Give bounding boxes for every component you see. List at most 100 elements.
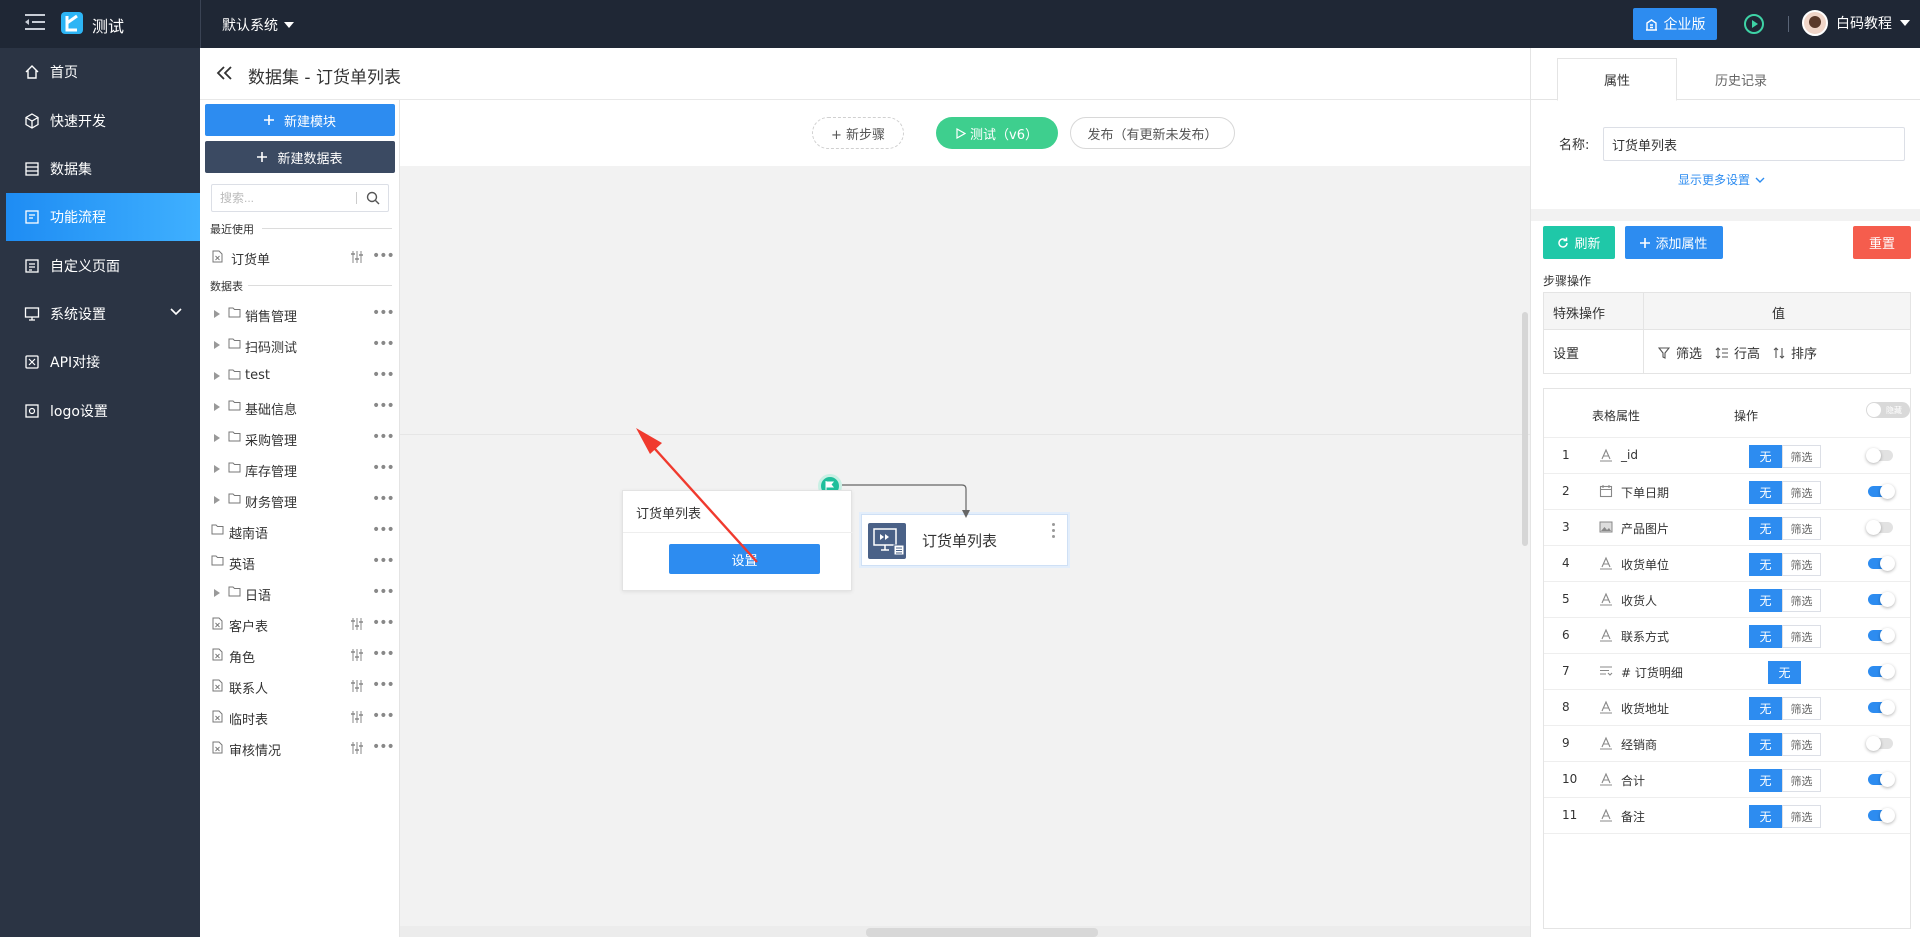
play-icon[interactable] xyxy=(1743,13,1765,35)
filter-button[interactable]: 筛选 xyxy=(1782,805,1821,828)
node-settings-button[interactable]: 设置 xyxy=(669,544,820,574)
horizontal-scrollbar[interactable] xyxy=(866,928,1098,937)
refresh-button[interactable]: 刷新 xyxy=(1543,226,1615,259)
folder-item[interactable]: 库存管理 ••• xyxy=(200,454,400,484)
none-button[interactable]: 无 xyxy=(1768,661,1801,684)
filter-button[interactable]: 筛选 xyxy=(1782,625,1821,648)
none-button[interactable]: 无 xyxy=(1749,481,1782,504)
caret-right-icon[interactable] xyxy=(214,403,220,411)
step-node-card[interactable]: 订货单列表 设置 xyxy=(622,490,853,591)
system-select[interactable]: 默认系统 xyxy=(222,15,294,35)
folder-item[interactable]: test ••• xyxy=(200,361,400,391)
folder-item[interactable]: 扫码测试 ••• xyxy=(200,330,400,360)
folder-item[interactable]: 基础信息 ••• xyxy=(200,392,400,422)
more-icon[interactable]: ••• xyxy=(372,553,395,569)
user-menu[interactable]: 白码教程 xyxy=(1802,10,1910,36)
none-button[interactable]: 无 xyxy=(1749,769,1782,792)
tune-icon[interactable] xyxy=(350,710,364,724)
visibility-toggle[interactable] xyxy=(1866,520,1893,535)
visibility-toggle[interactable] xyxy=(1868,664,1895,679)
filter-op[interactable]: 筛选 xyxy=(1658,343,1702,362)
more-icon[interactable]: ••• xyxy=(372,305,395,321)
filter-button[interactable]: 筛选 xyxy=(1782,517,1821,540)
tune-icon[interactable] xyxy=(350,617,364,631)
output-node[interactable]: 订货单列表 xyxy=(861,514,1068,566)
more-icon[interactable]: ••• xyxy=(372,708,395,724)
new-table-button[interactable]: 新建数据表 xyxy=(205,141,395,173)
none-button[interactable]: 无 xyxy=(1749,733,1782,756)
recent-item[interactable]: 订货单 ••• xyxy=(200,242,400,272)
hide-all-toggle[interactable]: 隐藏 xyxy=(1866,402,1910,418)
reset-button[interactable]: 重置 xyxy=(1853,226,1911,259)
caret-right-icon[interactable] xyxy=(214,496,220,504)
caret-right-icon[interactable] xyxy=(214,310,220,318)
more-icon[interactable]: ••• xyxy=(372,336,395,352)
visibility-toggle[interactable] xyxy=(1866,448,1893,463)
search-icon[interactable] xyxy=(366,191,380,205)
visibility-toggle[interactable] xyxy=(1868,484,1895,499)
filter-button[interactable]: 筛选 xyxy=(1782,769,1821,792)
table-item[interactable]: 客户表 ••• xyxy=(200,609,400,639)
visibility-toggle[interactable] xyxy=(1868,592,1895,607)
caret-right-icon[interactable] xyxy=(214,434,220,442)
more-icon[interactable]: ••• xyxy=(372,429,395,445)
caret-right-icon[interactable] xyxy=(214,341,220,349)
name-input[interactable] xyxy=(1603,127,1905,161)
tune-icon[interactable] xyxy=(350,648,364,662)
more-icon[interactable]: ••• xyxy=(372,491,395,507)
caret-right-icon[interactable] xyxy=(214,372,220,380)
node-menu-icon[interactable] xyxy=(1052,523,1056,541)
caret-right-icon[interactable] xyxy=(214,465,220,473)
visibility-toggle[interactable] xyxy=(1868,628,1895,643)
none-button[interactable]: 无 xyxy=(1749,697,1782,720)
menu-toggle-icon[interactable] xyxy=(24,13,46,31)
enterprise-button[interactable]: 企业版 xyxy=(1633,8,1717,40)
table-item[interactable]: 临时表 ••• xyxy=(200,702,400,732)
filter-button[interactable]: 筛选 xyxy=(1782,733,1821,756)
more-icon[interactable]: ••• xyxy=(372,367,395,383)
more-icon[interactable]: ••• xyxy=(372,615,395,631)
more-icon[interactable]: ••• xyxy=(372,677,395,693)
nav-item-flow[interactable]: 功能流程 xyxy=(6,193,200,241)
add-property-button[interactable]: 添加属性 xyxy=(1625,226,1723,259)
visibility-toggle[interactable] xyxy=(1868,808,1895,823)
nav-item-logo-settings[interactable]: logo设置 xyxy=(0,387,200,435)
tab-history[interactable]: 历史记录 xyxy=(1681,58,1801,101)
new-module-button[interactable]: 新建模块 xyxy=(205,104,395,136)
nav-item-system-settings[interactable]: 系统设置 xyxy=(0,290,200,338)
double-chevron-left-icon[interactable] xyxy=(216,66,234,80)
visibility-toggle[interactable] xyxy=(1868,772,1895,787)
nav-item-api[interactable]: API对接 xyxy=(0,338,200,386)
nav-item-quick-dev[interactable]: 快速开发 xyxy=(0,97,200,145)
flow-canvas[interactable]: + 新步骤 测试（v6） 发布（有更新未发布） 订货单列表 设置 订货单列表 xyxy=(400,100,1530,937)
none-button[interactable]: 无 xyxy=(1749,517,1782,540)
none-button[interactable]: 无 xyxy=(1749,805,1782,828)
visibility-toggle[interactable] xyxy=(1866,736,1893,751)
table-item[interactable]: 联系人 ••• xyxy=(200,671,400,701)
tune-icon[interactable] xyxy=(350,679,364,693)
more-icon[interactable]: ••• xyxy=(372,584,395,600)
folder-item[interactable]: 财务管理 ••• xyxy=(200,485,400,515)
nav-item-custom-page[interactable]: 自定义页面 xyxy=(0,242,200,290)
none-button[interactable]: 无 xyxy=(1749,625,1782,648)
more-icon[interactable]: ••• xyxy=(372,248,395,264)
tune-icon[interactable] xyxy=(350,741,364,755)
folder-item[interactable]: 日语 ••• xyxy=(200,578,400,608)
filter-button[interactable]: 筛选 xyxy=(1782,445,1821,468)
publish-button[interactable]: 发布（有更新未发布） xyxy=(1070,117,1235,149)
nav-item-dataset[interactable]: 数据集 xyxy=(0,145,200,193)
more-settings-link[interactable]: 显示更多设置 xyxy=(1678,171,1765,188)
folder-item[interactable]: 采购管理 ••• xyxy=(200,423,400,453)
test-button[interactable]: 测试（v6） xyxy=(936,117,1058,149)
filter-button[interactable]: 筛选 xyxy=(1782,697,1821,720)
caret-right-icon[interactable] xyxy=(214,589,220,597)
filter-button[interactable]: 筛选 xyxy=(1782,481,1821,504)
none-button[interactable]: 无 xyxy=(1749,553,1782,576)
table-item[interactable]: 审核情况 ••• xyxy=(200,733,400,763)
tab-properties[interactable]: 属性 xyxy=(1557,58,1677,101)
more-icon[interactable]: ••• xyxy=(372,522,395,538)
folder-item[interactable]: 销售管理 ••• xyxy=(200,299,400,329)
none-button[interactable]: 无 xyxy=(1749,445,1782,468)
sort-op[interactable]: 排序 xyxy=(1773,343,1817,362)
search-input[interactable] xyxy=(212,185,357,211)
